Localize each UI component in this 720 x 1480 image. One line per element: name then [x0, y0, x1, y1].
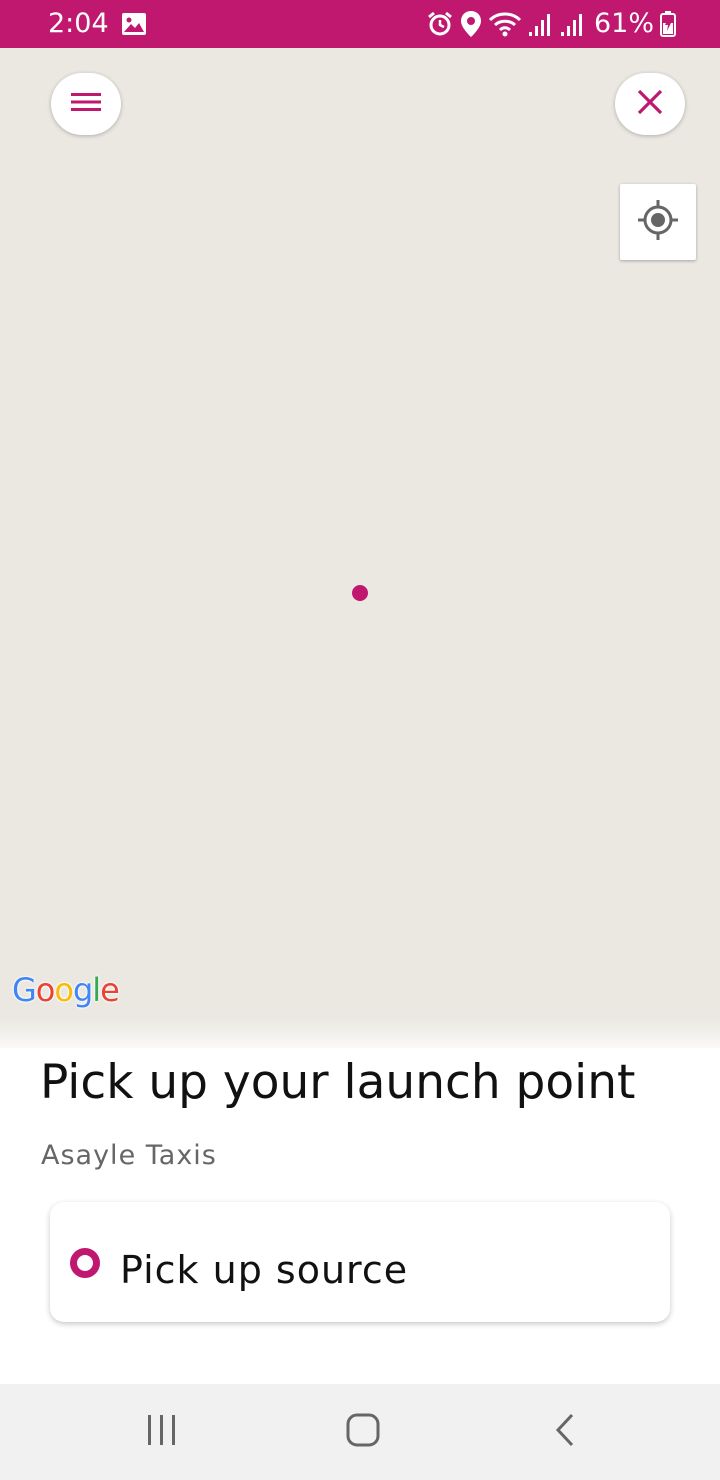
close-button[interactable] [615, 73, 685, 135]
my-location-icon [636, 198, 680, 246]
status-icons: 61% [420, 0, 676, 48]
pickup-source-field[interactable]: Pick up source [50, 1202, 670, 1322]
back-icon [554, 1413, 576, 1451]
pickup-source-label: Pick up source [120, 1248, 409, 1292]
gallery-icon [121, 12, 147, 40]
battery-percent: 61% [593, 8, 654, 39]
pickup-marker-icon [70, 1248, 100, 1278]
sheet-title: Pick up your launch point [40, 1055, 636, 1110]
recents-button[interactable] [138, 1408, 186, 1456]
battery-charging-icon [660, 11, 676, 37]
status-bar: 2:04 61% [0, 0, 720, 48]
map-center-marker [352, 585, 368, 601]
signal-icon [560, 10, 586, 38]
sheet-subtitle: Asayle Taxis [41, 1140, 217, 1171]
recents-icon [146, 1413, 178, 1451]
google-logo-letter: o [54, 971, 74, 1009]
menu-button[interactable] [51, 73, 121, 135]
my-location-button[interactable] [620, 184, 696, 260]
signal-icon [528, 10, 554, 38]
location-icon [460, 10, 482, 38]
google-logo-letter: o [35, 971, 56, 1009]
google-logo-letter: e [100, 971, 120, 1009]
map[interactable] [0, 48, 720, 1048]
wifi-icon [488, 10, 522, 38]
back-button[interactable] [541, 1408, 589, 1456]
google-logo: Google [12, 968, 120, 1012]
google-logo-letter: g [72, 971, 93, 1009]
google-logo-letter: l [92, 971, 101, 1009]
home-button[interactable] [339, 1408, 387, 1456]
google-logo-letter: G [12, 971, 37, 1009]
status-time: 2:04 [48, 8, 109, 39]
home-icon [346, 1413, 380, 1451]
hamburger-menu-icon [70, 90, 102, 118]
close-icon [637, 89, 663, 119]
alarm-icon [426, 10, 454, 38]
system-nav-bar [0, 1384, 720, 1480]
